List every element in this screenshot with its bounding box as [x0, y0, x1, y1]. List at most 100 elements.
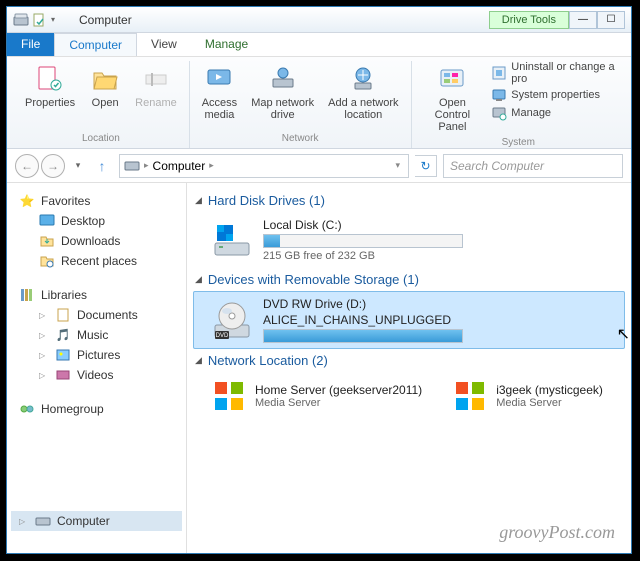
group-network[interactable]: ◢Network Location (2): [193, 349, 625, 372]
open-icon: [89, 63, 121, 95]
cursor-icon: ↖: [617, 324, 630, 344]
system-list: Uninstall or change a pro System propert…: [491, 61, 617, 121]
access-media-icon: [203, 63, 235, 95]
group-label-network: Network: [282, 131, 319, 148]
history-dropdown[interactable]: ▾: [71, 156, 85, 176]
refresh-button[interactable]: ↻: [415, 155, 437, 177]
group-label-location: Location: [82, 131, 120, 148]
music-icon: 🎵: [55, 327, 71, 343]
system-properties-button[interactable]: System properties: [491, 87, 617, 103]
manage-tab[interactable]: Manage: [191, 33, 262, 56]
dvd-icon: DVD: [211, 299, 253, 341]
access-media-button[interactable]: Access media: [198, 61, 241, 123]
collapse-icon[interactable]: ◢: [195, 274, 202, 285]
hdd-icon: [211, 219, 253, 261]
group-hdd[interactable]: ◢Hard Disk Drives (1): [193, 189, 625, 212]
ribbon-group-system: Open Control Panel Uninstall or change a…: [412, 61, 626, 148]
breadcrumb-computer[interactable]: Computer: [153, 159, 206, 173]
local-disk-item[interactable]: Local Disk (C:) 215 GB free of 232 GB: [193, 212, 625, 268]
map-network-icon: [267, 63, 299, 95]
search-input[interactable]: Search Computer: [443, 154, 623, 178]
expand-icon[interactable]: ▷: [39, 371, 49, 380]
forward-button[interactable]: →: [41, 154, 65, 178]
rename-icon: [140, 63, 172, 95]
breadcrumb-dropdown[interactable]: ▾: [391, 160, 404, 171]
maximize-button[interactable]: ☐: [597, 11, 625, 29]
collapse-icon[interactable]: ◢: [195, 195, 202, 206]
manage-button[interactable]: Manage: [491, 105, 617, 121]
expand-icon[interactable]: ▷: [39, 331, 49, 340]
qat-drop-icon[interactable]: ▾: [51, 15, 55, 24]
videos-icon: [55, 367, 71, 383]
nav-music[interactable]: ▷🎵Music: [11, 325, 182, 345]
nav-desktop[interactable]: Desktop: [11, 211, 182, 231]
dvd-drive-item[interactable]: DVD DVD RW Drive (D:) ALICE_IN_CHAINS_UN…: [193, 291, 625, 349]
drive-tools-tab[interactable]: Drive Tools: [489, 11, 569, 29]
view-tab[interactable]: View: [137, 33, 191, 56]
libraries-icon: [19, 287, 35, 303]
group-label-system: System: [502, 135, 535, 152]
network-item-1[interactable]: Home Server (geekserver2011)Media Server: [211, 378, 422, 414]
desktop-icon: [39, 213, 55, 229]
chevron-icon[interactable]: ▸: [140, 160, 153, 171]
explorer-window: ▾ Computer Drive Tools — ☐ File Computer…: [6, 6, 632, 554]
rename-button: Rename: [131, 61, 181, 111]
file-tab[interactable]: File: [7, 33, 54, 56]
map-network-button[interactable]: Map network drive: [247, 61, 318, 123]
watermark: groovyPost.com: [499, 522, 615, 543]
properties-icon: [34, 63, 66, 95]
qat-props-icon[interactable]: [33, 13, 47, 27]
documents-icon: [55, 307, 71, 323]
homegroup-group[interactable]: Homegroup: [11, 399, 182, 419]
computer-icon: [35, 513, 51, 529]
uninstall-button[interactable]: Uninstall or change a pro: [491, 61, 617, 85]
qat: ▾: [13, 12, 75, 28]
sysprops-icon: [491, 87, 507, 103]
nav-videos[interactable]: ▷Videos: [11, 365, 182, 385]
expand-icon[interactable]: ▷: [19, 517, 29, 526]
expand-icon[interactable]: ▷: [39, 311, 49, 320]
nav-recent[interactable]: Recent places: [11, 251, 182, 271]
pictures-icon: [55, 347, 71, 363]
breadcrumb[interactable]: ▸ Computer ▸ ▾: [119, 154, 409, 178]
control-panel-icon: [436, 63, 468, 95]
address-bar: ← → ▾ ↑ ▸ Computer ▸ ▾ ↻ Search Computer: [7, 149, 631, 183]
open-control-panel-button[interactable]: Open Control Panel: [420, 61, 486, 135]
back-button[interactable]: ←: [15, 154, 39, 178]
uninstall-icon: [491, 65, 507, 81]
chevron-icon[interactable]: ▸: [205, 160, 218, 171]
add-network-button[interactable]: Add a network location: [324, 61, 402, 123]
open-button[interactable]: Open: [85, 61, 125, 111]
app-icon: [13, 12, 29, 28]
svg-text:DVD: DVD: [216, 333, 229, 339]
computer-icon: [124, 158, 140, 174]
recent-icon: [39, 253, 55, 269]
minimize-button[interactable]: —: [569, 11, 597, 29]
expand-icon[interactable]: ▷: [39, 351, 49, 360]
network-item-2[interactable]: i3geek (mysticgeek)Media Server: [452, 378, 603, 414]
computer-tab[interactable]: Computer: [54, 33, 137, 56]
nav-documents[interactable]: ▷Documents: [11, 305, 182, 325]
capacity-bar: [263, 329, 463, 343]
body: ⭐Favorites Desktop Downloads Recent plac…: [7, 183, 631, 553]
nav-pictures[interactable]: ▷Pictures: [11, 345, 182, 365]
downloads-icon: [39, 233, 55, 249]
collapse-icon[interactable]: ◢: [195, 355, 202, 366]
wmp-icon: [452, 378, 488, 414]
libraries-group[interactable]: Libraries: [11, 285, 182, 305]
properties-button[interactable]: Properties: [21, 61, 79, 111]
drive-name: Local Disk (C:): [263, 218, 463, 232]
homegroup-icon: [19, 401, 35, 417]
ribbon: Properties Open Rename Location Access m…: [7, 57, 631, 149]
favorites-group[interactable]: ⭐Favorites: [11, 191, 182, 211]
ribbon-group-location: Properties Open Rename Location: [13, 61, 190, 148]
group-removable[interactable]: ◢Devices with Removable Storage (1): [193, 268, 625, 291]
up-button[interactable]: ↑: [91, 155, 113, 177]
manage-icon: [491, 105, 507, 121]
capacity-bar: [263, 234, 463, 248]
nav-downloads[interactable]: Downloads: [11, 231, 182, 251]
window-title: Computer: [79, 13, 441, 27]
menubar: File Computer View Manage: [7, 33, 631, 57]
star-icon: ⭐: [19, 193, 35, 209]
nav-computer[interactable]: ▷Computer: [11, 511, 182, 531]
